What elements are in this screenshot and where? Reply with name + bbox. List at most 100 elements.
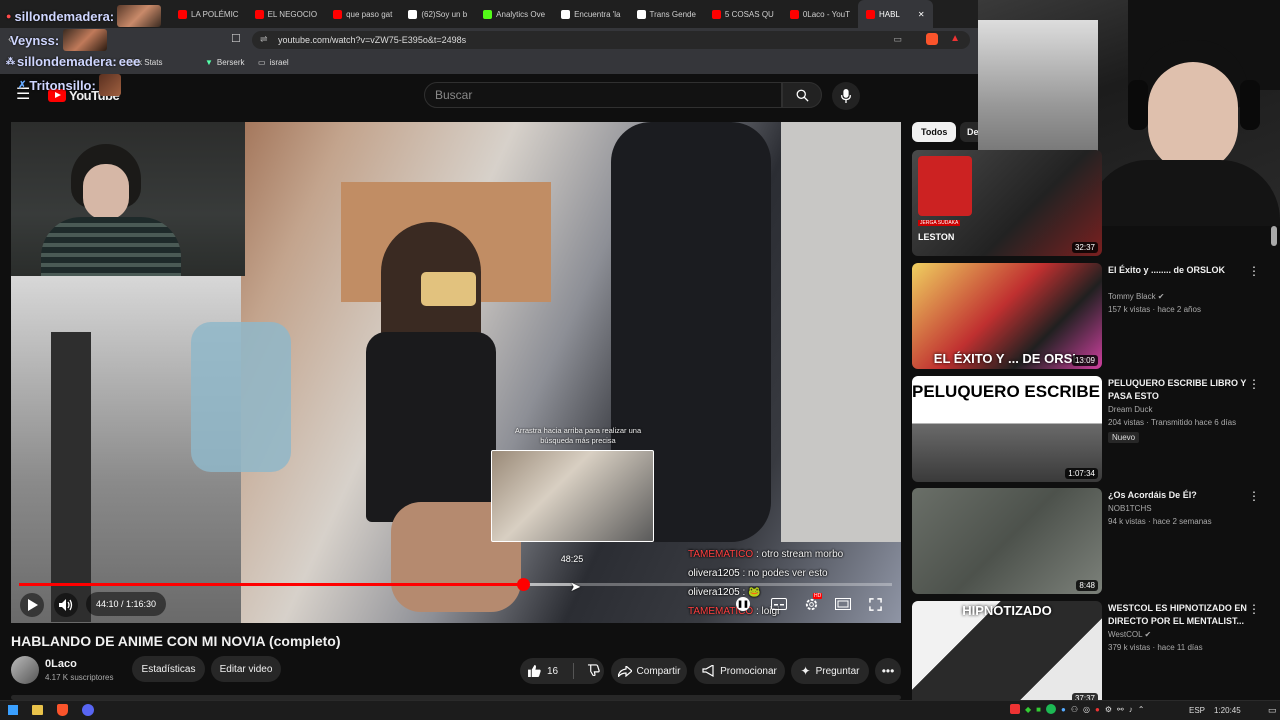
berserk-icon: ▼: [205, 58, 213, 67]
bookmark-berserk[interactable]: ▼ Berserk: [205, 58, 244, 67]
rec-more-icon[interactable]: ⋮: [1248, 377, 1260, 391]
browser-tab[interactable]: HABL ✕: [857, 0, 933, 28]
rec-duration: 13:09: [1071, 355, 1098, 366]
tray-red-icon[interactable]: ●: [1095, 705, 1100, 714]
tab-favicon-icon: [711, 9, 721, 19]
theater-mode-button[interactable]: [834, 596, 852, 612]
tab-label: (62)Soy un b: [421, 9, 468, 19]
promote-button[interactable]: Promocionar: [694, 658, 785, 684]
rec-thumb-top[interactable]: JERGA SUDAKA LESTON 32:37: [912, 150, 1102, 256]
bookmark-israel[interactable]: ▭ israel: [258, 58, 289, 67]
play-button[interactable]: [20, 593, 44, 617]
rec-channel[interactable]: WestCOL ✔: [1108, 630, 1151, 639]
channel-avatar[interactable]: [11, 656, 39, 684]
steam-icon[interactable]: ●: [1061, 705, 1066, 714]
discord-icon[interactable]: [82, 704, 94, 716]
browser-tab[interactable]: 5 COSAS QU: [704, 0, 782, 28]
rec-thumbnail[interactable]: HIPNOTIZADO 37:37: [912, 601, 1102, 707]
browser-tab[interactable]: Encuentra 'la: [553, 0, 628, 28]
tray-green-icon[interactable]: ■: [1036, 705, 1041, 714]
fullscreen-button[interactable]: [866, 595, 884, 613]
chevron-up-icon[interactable]: ⌃: [1138, 705, 1145, 714]
volume-button[interactable]: [54, 593, 78, 617]
rec-more-icon[interactable]: ⋮: [1248, 602, 1260, 616]
browser-tab[interactable]: EL NEGOCIO: [247, 0, 326, 28]
video-title: HABLANDO DE ANIME CON MI NOVIA (completo…: [11, 633, 341, 649]
file-explorer-icon[interactable]: [32, 705, 43, 715]
tray-target-icon[interactable]: ◎: [1083, 705, 1090, 714]
tray-app-icon[interactable]: [1010, 704, 1020, 714]
notification-icon[interactable]: ▭: [1268, 705, 1277, 716]
rewards-icon[interactable]: ▲: [950, 33, 960, 44]
chip-all[interactable]: Todos: [912, 122, 957, 142]
search-button[interactable]: [782, 82, 822, 108]
channel-name[interactable]: 0Laco: [45, 658, 77, 670]
webcam-person-sweater: [41, 217, 181, 276]
rec-title[interactable]: PELUQUERO ESCRIBE LIBRO Y PASA ESTO: [1108, 377, 1248, 403]
verified-icon: ✔: [1155, 292, 1165, 301]
rec-thumbnail[interactable]: 8:48: [912, 488, 1102, 594]
progress-bar[interactable]: [19, 578, 892, 591]
tab-label: 5 COSAS QU: [724, 9, 774, 19]
browser-tab[interactable]: (62)Soy un b: [400, 0, 475, 28]
share-button[interactable]: Compartir: [611, 658, 687, 684]
url-field[interactable]: ⇌ youtube.com/watch?v=vZW75-E395o&t=2498…: [252, 31, 970, 49]
bookmark-icon[interactable]: ☐: [231, 32, 241, 45]
rec-channel[interactable]: NOB1TCHS: [1108, 504, 1152, 513]
language-indicator[interactable]: ESP: [1189, 706, 1205, 715]
system-tray: ◆ ■ ● ⚇ ◎ ● ⚙ ⚯ ♪ ⌃: [1010, 704, 1144, 714]
tray-shield-icon[interactable]: ⚇: [1071, 705, 1078, 714]
url-text: youtube.com/watch?v=vZW75-E395o&t=2498s: [278, 35, 467, 45]
search-input[interactable]: Buscar: [424, 82, 782, 108]
rec-channel[interactable]: Tommy Black ✔: [1108, 292, 1165, 301]
browser-tab[interactable]: que paso gat: [325, 0, 400, 28]
mic-tray-icon[interactable]: ♪: [1129, 705, 1133, 714]
bookmarks-bar: - Kick Stats ▼ Berserk ▭ israel: [0, 52, 980, 74]
rec-title[interactable]: ¿Os Acordáis De ÉI?: [1108, 489, 1248, 502]
rec-more-icon[interactable]: ⋮: [1248, 489, 1260, 503]
clock[interactable]: 1:20:45: [1214, 706, 1241, 715]
stats-button[interactable]: Estadísticas: [132, 656, 205, 682]
ask-button[interactable]: ✦ Preguntar: [791, 658, 869, 684]
browser-tab[interactable]: Trans Gende: [629, 0, 704, 28]
dislike-button[interactable]: [587, 663, 600, 679]
subtitles-button[interactable]: [770, 596, 788, 612]
search-icon: [796, 89, 809, 102]
tab-favicon-icon: [865, 9, 875, 19]
like-button[interactable]: 16: [528, 665, 558, 677]
sidebar-scrollbar[interactable]: [1271, 226, 1277, 246]
tray-gear-icon[interactable]: ⚙: [1105, 705, 1112, 714]
edit-video-button[interactable]: Editar video: [211, 656, 281, 682]
tab-favicon-icon: [561, 9, 571, 19]
cast-icon[interactable]: ▭: [893, 34, 902, 45]
progress-scrubber[interactable]: [516, 578, 530, 591]
theater-icon: [835, 598, 851, 610]
rec-title[interactable]: El Éxito y ........ de ORSLOK: [1108, 264, 1248, 277]
dot-icon: ●: [6, 11, 12, 21]
settings-button[interactable]: HD: [802, 593, 823, 613]
browser-tab[interactable]: Analytics Ove: [475, 0, 553, 28]
site-info-icon[interactable]: ⇌: [260, 34, 268, 45]
autoplay-toggle[interactable]: ❚❚: [736, 597, 750, 611]
close-tab-icon[interactable]: ✕: [918, 10, 925, 19]
more-actions-button[interactable]: •••: [875, 658, 901, 684]
video-scene-door-frame: [51, 332, 91, 622]
rec-title[interactable]: WESTCOL ES HIPNOTIZADO EN DIRECTO POR EL…: [1108, 602, 1248, 628]
rec-thumbnail[interactable]: PELUQUERO ESCRIBE LIBRO 1:07:34: [912, 376, 1102, 482]
nvidia-icon[interactable]: ◆: [1025, 705, 1031, 714]
spotify-icon[interactable]: [1046, 704, 1056, 714]
rec-thumbnail[interactable]: EL ÉXITO Y ... DE ORSL 13:09: [912, 263, 1102, 369]
start-icon[interactable]: [8, 705, 18, 715]
brave-icon[interactable]: [57, 704, 68, 716]
video-scene-phone: [421, 272, 476, 306]
rec-channel[interactable]: Dream Duck: [1108, 405, 1152, 414]
rec-more-icon[interactable]: ⋮: [1248, 264, 1260, 278]
rec-duration: 8:48: [1076, 580, 1098, 591]
browser-tab[interactable]: 0Laco - YouT: [782, 0, 858, 28]
tray-link-icon[interactable]: ⚯: [1117, 705, 1124, 714]
browser-tab[interactable]: LA POLÉMIC: [170, 0, 247, 28]
brave-shield-icon[interactable]: [926, 33, 938, 45]
stats-button-label: Estadísticas: [141, 663, 196, 675]
voice-search-button[interactable]: [832, 82, 860, 110]
chip-de[interactable]: De: [960, 122, 978, 142]
